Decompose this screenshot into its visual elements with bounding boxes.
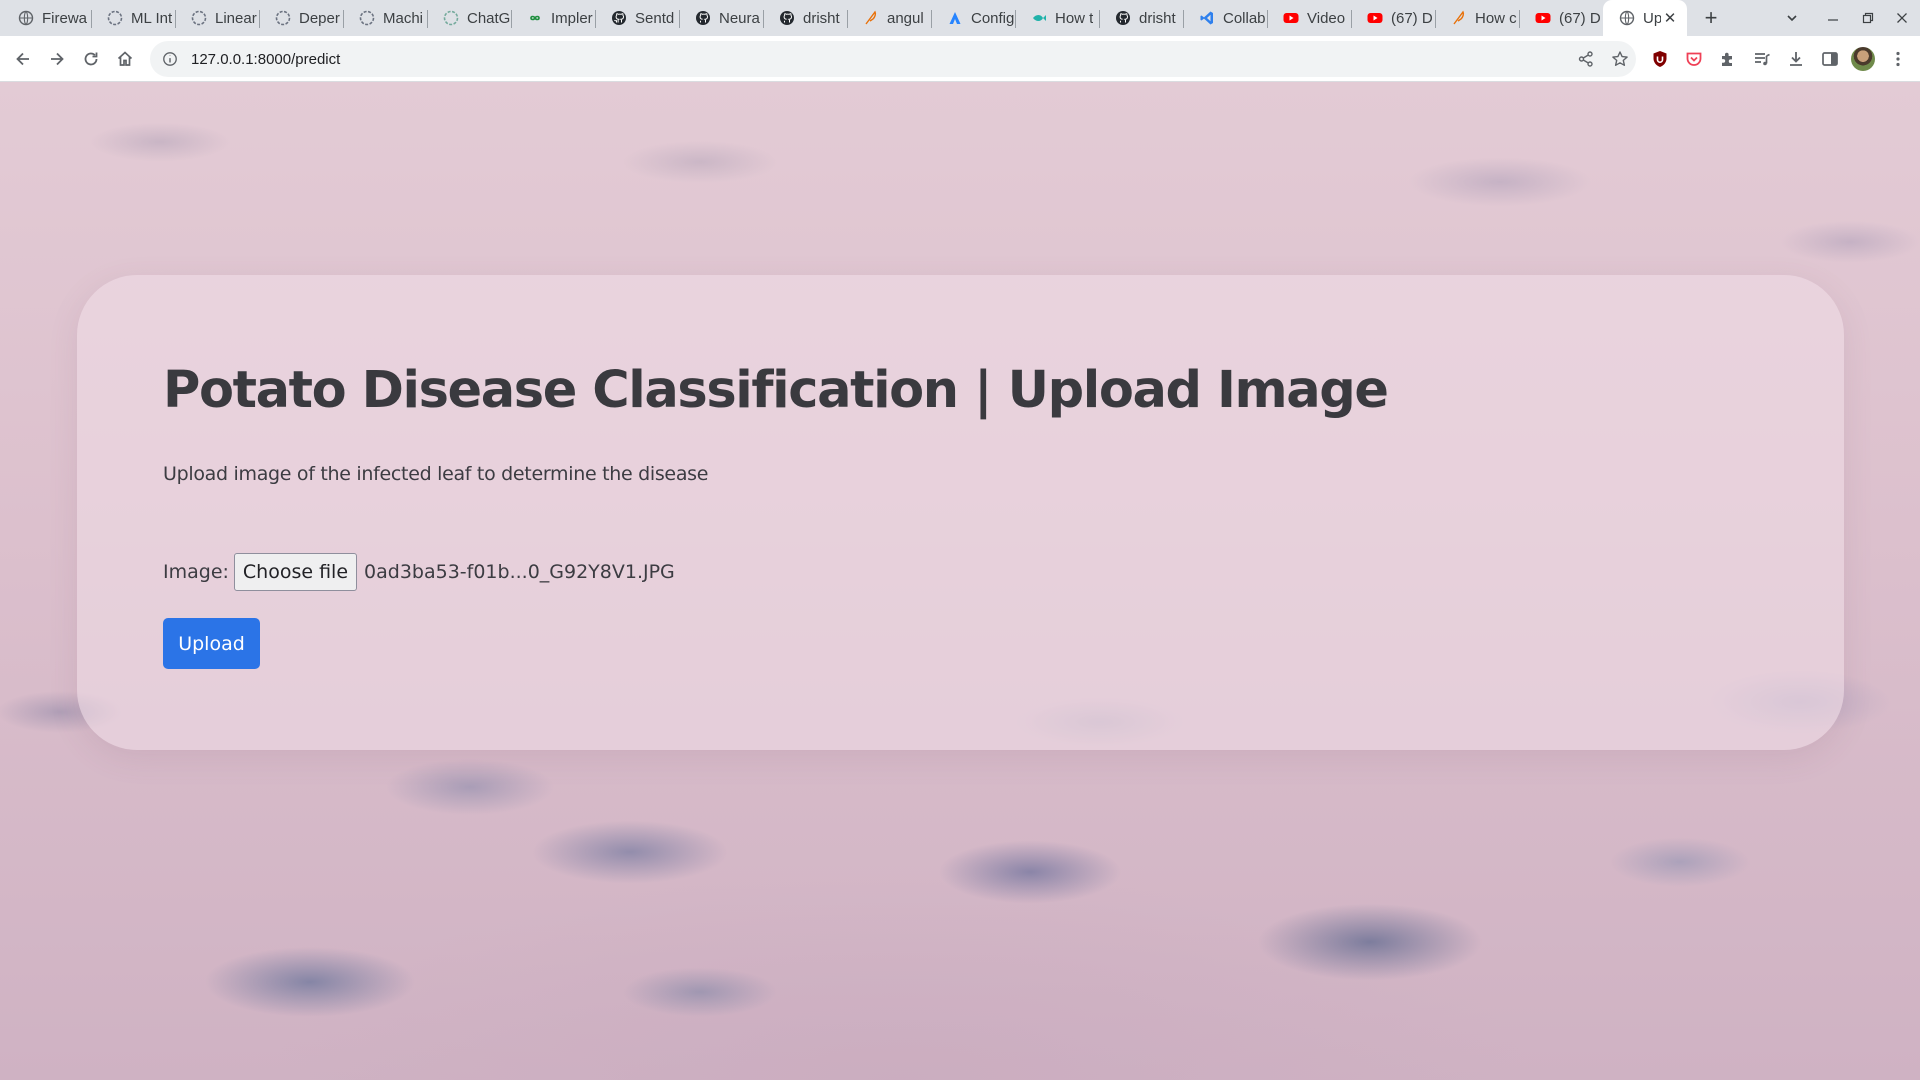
browser-tab[interactable]: (67) D (1519, 4, 1603, 32)
close-tab-icon[interactable]: ✕ (1661, 9, 1679, 27)
media-queue-icon[interactable] (1747, 44, 1777, 74)
browser-tab[interactable]: angul (847, 4, 931, 32)
extensions-puzzle-icon[interactable] (1713, 44, 1743, 74)
browser-tab[interactable]: Video (1267, 4, 1351, 32)
globe-icon (1619, 10, 1635, 26)
browser-tab[interactable]: Sentd (595, 4, 679, 32)
fish-icon (1031, 10, 1047, 26)
atlassian-icon (947, 10, 963, 26)
selected-file-name: 0ad3ba53-f01b...0_G92Y8V1.JPG (364, 561, 675, 583)
tab-strip: Firewa ML Int Linear Deper Machi ChatG I… (0, 0, 1920, 36)
browser-tab[interactable]: Linear (175, 4, 259, 32)
image-label: Image: (163, 561, 229, 583)
globe-icon (18, 10, 34, 26)
page-background: Potato Disease Classification | Upload I… (0, 82, 1920, 1080)
restore-button[interactable] (1851, 0, 1885, 36)
browser-tab[interactable]: How c (1435, 4, 1519, 32)
choose-file-button[interactable]: Choose file (233, 553, 358, 591)
browser-tab[interactable]: Firewa (2, 4, 89, 32)
ublock-shield-icon[interactable] (1645, 44, 1675, 74)
github-icon (695, 10, 711, 26)
openai-icon (107, 10, 123, 26)
browser-tab[interactable]: Neura (679, 4, 763, 32)
address-url[interactable]: 127.0.0.1:8000/predict (191, 51, 340, 68)
youtube-icon (1283, 10, 1299, 26)
reload-button[interactable] (76, 44, 106, 74)
quill-icon (863, 10, 879, 26)
more-menu-icon[interactable] (1883, 44, 1913, 74)
browser-toolbar: 127.0.0.1:8000/predict (0, 36, 1920, 82)
minimize-button[interactable] (1816, 0, 1850, 36)
page-title: Potato Disease Classification | Upload I… (163, 361, 1389, 420)
openai-icon (443, 10, 459, 26)
browser-tab[interactable]: (67) D (1351, 4, 1435, 32)
browser-tab[interactable]: Deper (259, 4, 343, 32)
browser-tab[interactable]: Collab (1183, 4, 1267, 32)
browser-tab[interactable]: Config (931, 4, 1015, 32)
forward-button[interactable] (42, 44, 72, 74)
close-window-button[interactable] (1885, 0, 1919, 36)
github-icon (779, 10, 795, 26)
browser-tab[interactable]: How t (1015, 4, 1099, 32)
upload-button[interactable]: Upload (163, 618, 260, 669)
quill-icon (1451, 10, 1467, 26)
openai-icon (191, 10, 207, 26)
browser-tab-active[interactable]: Up ✕ (1603, 0, 1687, 36)
browser-tab[interactable]: drisht (1099, 4, 1183, 32)
youtube-icon (1367, 10, 1383, 26)
download-icon[interactable] (1781, 44, 1811, 74)
bookmark-star-icon[interactable] (1608, 47, 1632, 71)
browser-tab[interactable]: Machi (343, 4, 427, 32)
tab-search-button[interactable] (1775, 0, 1809, 36)
browser-tab[interactable]: ChatG (427, 4, 511, 32)
page-subtitle: Upload image of the infected leaf to det… (163, 463, 709, 485)
browser-tab[interactable]: Impler (511, 4, 595, 32)
upload-card: Potato Disease Classification | Upload I… (77, 275, 1844, 750)
pocket-icon[interactable] (1679, 44, 1709, 74)
share-icon[interactable] (1574, 47, 1598, 71)
side-panel-icon[interactable] (1815, 44, 1845, 74)
browser-tab[interactable]: drisht (763, 4, 847, 32)
image-upload-row: Image: Choose file 0ad3ba53-f01b...0_G92… (163, 553, 675, 591)
site-info-icon[interactable] (161, 50, 179, 68)
profile-avatar[interactable] (1851, 47, 1875, 71)
openai-icon (275, 10, 291, 26)
back-button[interactable] (8, 44, 38, 74)
browser-tab[interactable]: ML Int (91, 4, 175, 32)
new-tab-button[interactable]: + (1698, 5, 1724, 31)
openai-icon (359, 10, 375, 26)
github-icon (1115, 10, 1131, 26)
youtube-icon (1535, 10, 1551, 26)
vscode-icon (1199, 10, 1215, 26)
address-bar[interactable]: 127.0.0.1:8000/predict (150, 41, 1636, 77)
infinity-icon (527, 10, 543, 26)
github-icon (611, 10, 627, 26)
home-button[interactable] (110, 44, 140, 74)
